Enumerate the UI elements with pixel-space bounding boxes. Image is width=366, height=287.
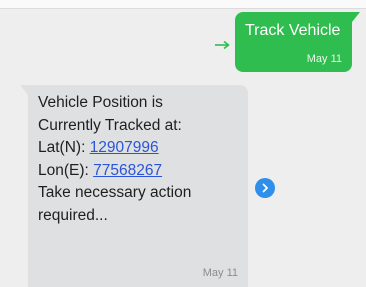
incoming-message-time: May 11 (202, 267, 238, 279)
message-line: Currently Tracked at: (38, 116, 182, 134)
top-divider (0, 0, 366, 9)
outgoing-bubble-tail (352, 12, 360, 22)
outgoing-message-time: May 11 (306, 53, 342, 65)
message-line: Vehicle Position is (38, 94, 163, 111)
incoming-bubble-tail (20, 85, 28, 95)
outgoing-message-bubble[interactable]: Track Vehicle May 11 (235, 12, 360, 72)
arrow-right-icon (215, 40, 230, 50)
longitude-line: Lon(E): 77568267 (38, 160, 243, 183)
latitude-link[interactable]: 12907996 (90, 139, 159, 156)
incoming-message-text: Vehicle Position is Currently Tracked at… (38, 92, 243, 227)
outgoing-message-row: Track Vehicle May 11 (0, 12, 366, 74)
longitude-label: Lon(E): (38, 161, 94, 179)
latitude-label: Lat(N): (38, 139, 90, 156)
longitude-link[interactable]: 77568267 (93, 162, 162, 179)
outgoing-message-text: Track Vehicle (245, 22, 341, 39)
message-line: required... (38, 206, 108, 224)
chevron-right-icon (262, 183, 268, 193)
incoming-message-bubble[interactable]: Vehicle Position is Currently Tracked at… (20, 85, 248, 287)
share-message-button[interactable] (255, 178, 275, 198)
message-line: Take necessary action (38, 184, 192, 201)
latitude-line: Lat(N): 12907996 (38, 137, 243, 160)
